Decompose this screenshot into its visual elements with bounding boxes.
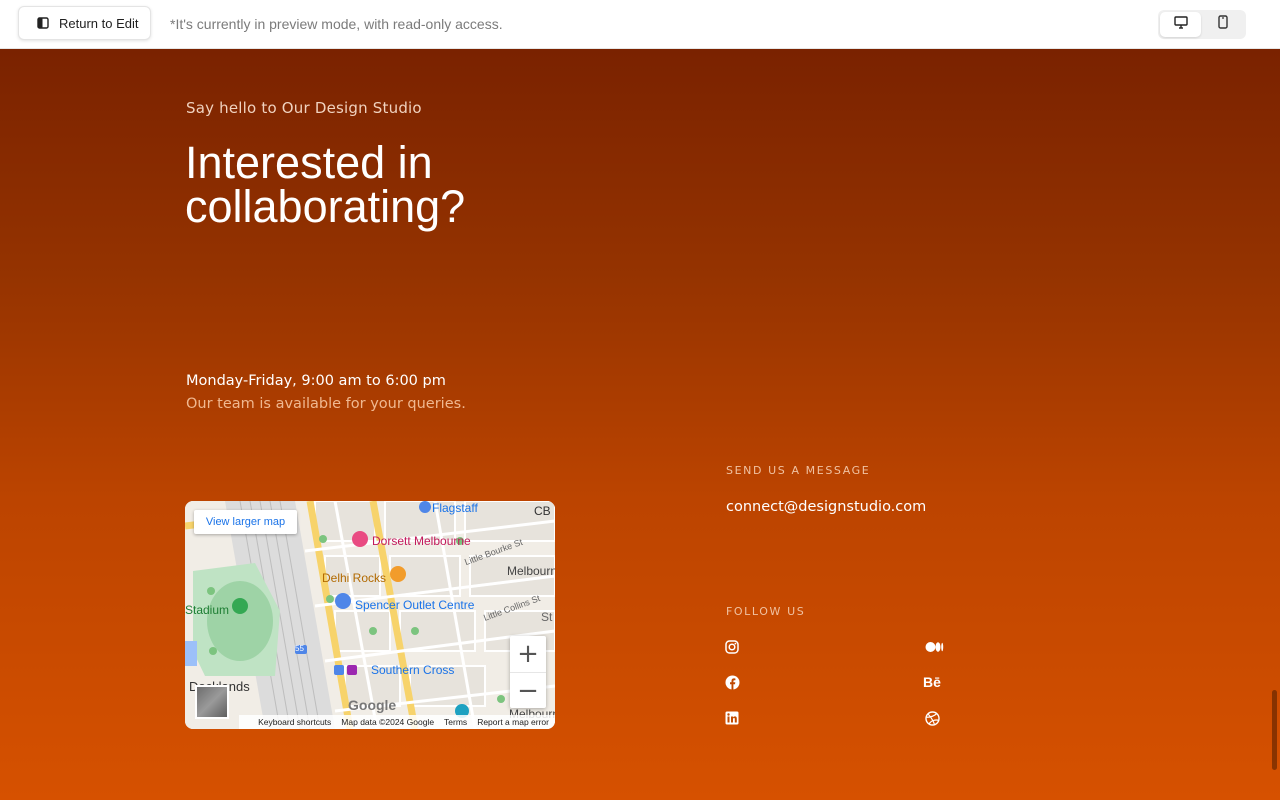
map-zoom-control: + −: [510, 636, 546, 708]
availability-note: Our team is available for your queries.: [186, 396, 466, 412]
medium-icon[interactable]: [924, 639, 944, 655]
map-attribution: Keyboard shortcuts Map data ©2024 Google…: [239, 715, 555, 729]
panel-icon: [37, 17, 49, 29]
title-line-2: collaborating?: [185, 181, 466, 232]
map-label-cb: CB: [534, 504, 551, 518]
behance-icon[interactable]: Bē: [921, 674, 943, 690]
map-label-dorsett: Dorsett Melbourne: [372, 534, 471, 548]
email-link[interactable]: connect@designstudio.com: [726, 499, 926, 515]
map-label-spencer-outlet: Spencer Outlet Centre: [355, 598, 475, 612]
send-message-heading: SEND US A MESSAGE: [726, 464, 871, 477]
linkedin-icon[interactable]: [724, 710, 740, 726]
section-eyebrow: Say hello to Our Design Studio: [186, 99, 422, 117]
zoom-out-button[interactable]: −: [510, 672, 546, 708]
mobile-view-button[interactable]: [1202, 12, 1243, 37]
google-logo: Google: [348, 697, 397, 713]
map-data-credit: Map data ©2024 Google: [341, 717, 435, 727]
keyboard-shortcuts-link[interactable]: Keyboard shortcuts: [258, 717, 331, 727]
zoom-in-button[interactable]: +: [510, 636, 546, 672]
instagram-icon[interactable]: [724, 639, 740, 655]
map-label-melbourne: Melbourn: [507, 564, 555, 578]
map-label-southern-cross: Southern Cross: [371, 663, 455, 677]
map-route-number: 55: [295, 644, 304, 653]
page-scrollbar[interactable]: [1272, 690, 1277, 770]
dribbble-icon[interactable]: [924, 710, 940, 726]
contact-section: Say hello to Our Design Studio Intereste…: [0, 49, 1280, 800]
desktop-view-button[interactable]: [1160, 12, 1201, 37]
page-title: Interested in collaborating?: [185, 140, 605, 232]
device-toggle: [1158, 10, 1246, 39]
mobile-icon: [1217, 15, 1228, 34]
return-to-edit-label: Return to Edit: [59, 15, 139, 31]
follow-us-heading: FOLLOW US: [726, 605, 806, 618]
business-hours: Monday-Friday, 9:00 am to 6:00 pm: [186, 373, 446, 389]
location-map[interactable]: Flagstaff Dorsett Melbourne Little Bourk…: [185, 501, 555, 729]
map-label-st: St: [541, 610, 553, 624]
view-larger-map-link[interactable]: View larger map: [194, 510, 297, 534]
preview-toolbar: Return to Edit *It's currently in previe…: [0, 0, 1280, 49]
preview-mode-note: *It's currently in preview mode, with re…: [170, 16, 503, 32]
satellite-toggle[interactable]: [195, 685, 229, 719]
map-label-flagstaff: Flagstaff: [432, 501, 478, 515]
desktop-icon: [1173, 15, 1188, 34]
return-to-edit-button[interactable]: Return to Edit: [18, 6, 151, 40]
map-label-stadium: Stadium: [185, 603, 230, 617]
report-error-link[interactable]: Report a map error: [477, 717, 549, 727]
map-label-delhi-rocks: Delhi Rocks: [322, 571, 387, 585]
terms-link[interactable]: Terms: [444, 717, 467, 727]
facebook-icon[interactable]: [724, 674, 740, 690]
